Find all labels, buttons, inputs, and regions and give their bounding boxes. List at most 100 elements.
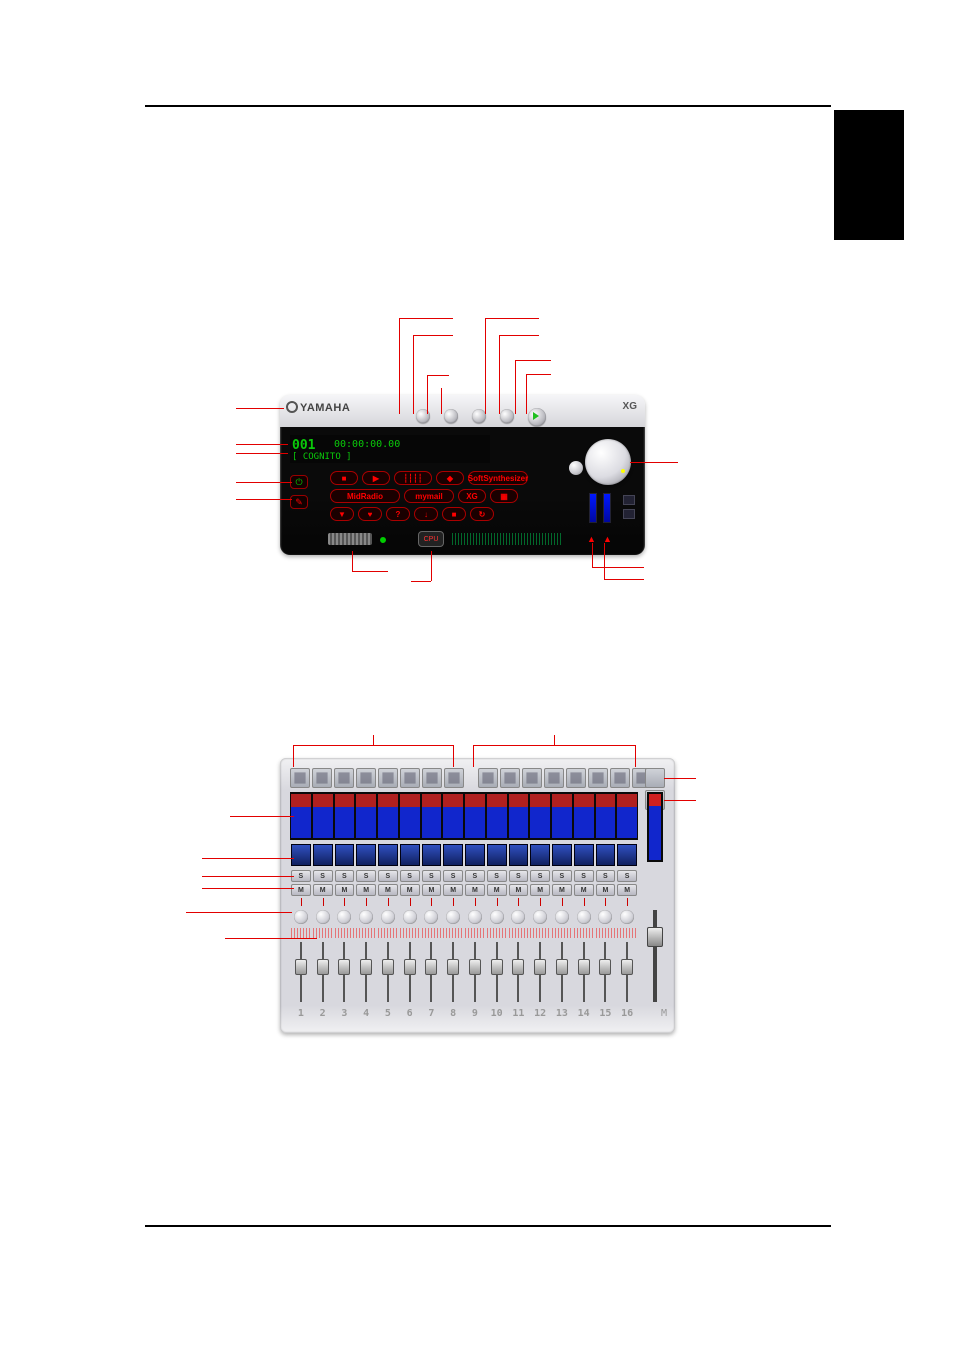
pan-knob[interactable] [443, 908, 463, 926]
function-pill[interactable]: ■ [330, 471, 358, 485]
channel-fader[interactable] [443, 940, 463, 1004]
pan-knob[interactable] [530, 908, 550, 926]
channel-fader[interactable] [574, 940, 594, 1004]
channel-clip-thumbnail[interactable] [596, 844, 616, 866]
right-slider-1[interactable] [589, 493, 597, 523]
channel-clip-thumbnail[interactable] [400, 844, 420, 866]
right-mini-button-1[interactable] [623, 495, 635, 505]
mute-button[interactable]: M [465, 884, 485, 896]
channel-clip-thumbnail[interactable] [574, 844, 594, 866]
master-fader[interactable] [647, 908, 663, 1004]
function-pill[interactable]: ┆┆┆┆ [394, 471, 432, 485]
category-button[interactable] [566, 768, 586, 788]
function-pill[interactable]: mymail [404, 489, 454, 503]
channel-clip-thumbnail[interactable] [509, 844, 529, 866]
top-knob-3[interactable] [472, 409, 486, 423]
channel-clip-thumbnail[interactable] [617, 844, 637, 866]
channel-fader[interactable] [509, 940, 529, 1004]
channel-fader[interactable] [378, 940, 398, 1004]
channel-clip-thumbnail[interactable] [335, 844, 355, 866]
mute-button[interactable]: M [313, 884, 333, 896]
category-button[interactable] [544, 768, 564, 788]
mute-button[interactable]: M [574, 884, 594, 896]
function-pill[interactable]: ▦ [490, 489, 518, 503]
function-pill[interactable]: ? [386, 507, 410, 521]
channel-fader[interactable] [422, 940, 442, 1004]
channel-clip-thumbnail[interactable] [487, 844, 507, 866]
category-button[interactable] [356, 768, 376, 788]
pan-knob[interactable] [617, 908, 637, 926]
solo-button[interactable]: S [400, 870, 420, 882]
right-mini-button-2[interactable] [623, 509, 635, 519]
channel-fader[interactable] [356, 940, 376, 1004]
solo-button[interactable]: S [487, 870, 507, 882]
solo-button[interactable]: S [617, 870, 637, 882]
function-pill[interactable]: ▶ [362, 471, 390, 485]
channel-clip-thumbnail[interactable] [378, 844, 398, 866]
function-pill[interactable]: ↻ [470, 507, 494, 521]
function-pill[interactable]: ↓ [414, 507, 438, 521]
pan-knob[interactable] [552, 908, 572, 926]
solo-button[interactable]: S [596, 870, 616, 882]
channel-clip-thumbnail[interactable] [465, 844, 485, 866]
mute-button[interactable]: M [378, 884, 398, 896]
pan-knob[interactable] [291, 908, 311, 926]
solo-button[interactable]: S [378, 870, 398, 882]
mute-button[interactable]: M [617, 884, 637, 896]
channel-fader[interactable] [530, 940, 550, 1004]
solo-button[interactable]: S [574, 870, 594, 882]
function-pill[interactable]: XG [458, 489, 486, 503]
solo-button[interactable]: S [552, 870, 572, 882]
function-pill[interactable]: ♥ [358, 507, 382, 521]
channel-clip-thumbnail[interactable] [552, 844, 572, 866]
function-pill[interactable]: ◆ [436, 471, 464, 485]
function-pill[interactable]: ▼ [330, 507, 354, 521]
pan-knob[interactable] [487, 908, 507, 926]
mute-button[interactable]: M [487, 884, 507, 896]
category-button[interactable] [444, 768, 464, 788]
mute-button[interactable]: M [400, 884, 420, 896]
mute-button[interactable]: M [509, 884, 529, 896]
category-button[interactable] [290, 768, 310, 788]
category-button[interactable] [610, 768, 630, 788]
jog-dial[interactable] [585, 439, 631, 485]
pan-knob[interactable] [356, 908, 376, 926]
category-button[interactable] [588, 768, 608, 788]
mute-button[interactable]: M [291, 884, 311, 896]
mute-button[interactable]: M [422, 884, 442, 896]
pan-knob[interactable] [509, 908, 529, 926]
power-button[interactable]: ⏻ [290, 475, 308, 489]
channel-clip-thumbnail[interactable] [422, 844, 442, 866]
solo-button[interactable]: S [313, 870, 333, 882]
channel-fader[interactable] [291, 940, 311, 1004]
channel-fader[interactable] [313, 940, 333, 1004]
channel-fader[interactable] [596, 940, 616, 1004]
pan-knob[interactable] [465, 908, 485, 926]
function-pill[interactable]: ■ [442, 507, 466, 521]
stop-button[interactable] [569, 461, 583, 475]
mute-button[interactable]: M [443, 884, 463, 896]
category-button[interactable] [334, 768, 354, 788]
mute-button[interactable]: M [335, 884, 355, 896]
channel-clip-thumbnail[interactable] [530, 844, 550, 866]
channel-fader[interactable] [465, 940, 485, 1004]
pan-knob[interactable] [574, 908, 594, 926]
right-small-button-1[interactable] [645, 768, 665, 788]
category-button[interactable] [478, 768, 498, 788]
category-button[interactable] [422, 768, 442, 788]
solo-button[interactable]: S [465, 870, 485, 882]
channel-clip-thumbnail[interactable] [291, 844, 311, 866]
channel-clip-thumbnail[interactable] [443, 844, 463, 866]
solo-button[interactable]: S [422, 870, 442, 882]
pan-knob[interactable] [335, 908, 355, 926]
pan-knob[interactable] [422, 908, 442, 926]
pan-knob[interactable] [313, 908, 333, 926]
mute-button[interactable]: M [356, 884, 376, 896]
pan-knob[interactable] [378, 908, 398, 926]
solo-button[interactable]: S [509, 870, 529, 882]
channel-fader[interactable] [617, 940, 637, 1004]
channel-clip-thumbnail[interactable] [356, 844, 376, 866]
top-knob-2[interactable] [444, 409, 458, 423]
category-button[interactable] [522, 768, 542, 788]
pan-knob[interactable] [400, 908, 420, 926]
